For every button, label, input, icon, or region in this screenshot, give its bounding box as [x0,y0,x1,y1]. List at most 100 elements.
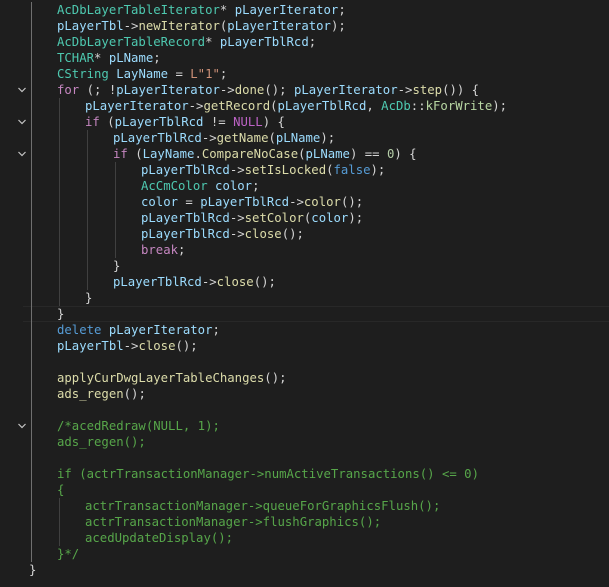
code-line[interactable]: for (; !pLayerIterator->done(); pLayerIt… [0,82,609,98]
code-line[interactable]: ads_regen(); [0,434,609,450]
code-line[interactable]: AcDbLayerTableRecord* pLayerTblRcd; [0,34,609,50]
indent-guide [59,178,60,194]
code-line[interactable]: } [0,290,609,306]
code-line[interactable]: break; [0,242,609,258]
code-line[interactable]: pLayerTblRcd->setIsLocked(false); [0,162,609,178]
code-text: pLayerTblRcd->getName(pLName); [113,130,335,146]
code-token: -> [229,163,245,177]
indent-guide [59,258,60,274]
chevron-down-icon[interactable] [15,114,29,130]
code-line[interactable]: pLayerTblRcd->setColor(color); [0,210,609,226]
code-text: AcCmColor color; [141,178,259,194]
code-text: color = pLayerTblRcd->color(); [141,194,363,210]
code-line[interactable]: applyCurDwgLayerTableChanges(); [0,370,609,386]
code-line[interactable]: actrTransactionManager->flushGraphics(); [0,514,609,530]
code-token: ( [268,131,276,145]
code-token: (; ! [79,83,117,97]
code-line[interactable]: pLayerIterator->getRecord(pLayerTblRcd, … [0,98,609,114]
code-line[interactable]: color = pLayerTblRcd->color(); [0,194,609,210]
code-text: /*acedRedraw(NULL, 1); [57,418,220,434]
code-token: L"1" [190,67,220,81]
code-token: pLayerIterator [108,323,213,337]
code-token: (); [340,195,364,209]
code-line[interactable]: ads_regen(); [0,386,609,402]
code-editor[interactable]: AcDbLayerTableIterator* pLayerIterator; p… [0,0,609,587]
code-line[interactable]: /*acedRedraw(NULL, 1); [0,418,609,434]
indent-guide [31,146,32,162]
code-line[interactable] [0,450,609,466]
code-token: kForWrite [425,99,493,113]
indent-guide [31,34,32,50]
code-token: ; [252,179,260,193]
indent-guide [31,482,32,498]
code-text: delete pLayerIterator; [57,322,220,338]
code-text: }*/ [57,546,79,562]
indent-guide [31,194,32,210]
indent-guide [31,498,32,514]
code-token: ) == [349,147,387,161]
indent-guide [87,130,88,146]
code-line[interactable]: }*/ [0,546,609,562]
code-text: } [113,258,120,274]
indent-guide [31,466,32,482]
code-token: applyCurDwgLayerTableChanges [57,371,265,385]
code-token: ( [270,99,278,113]
code-token: pLayerTbl [57,19,124,33]
code-token: (); [253,275,276,289]
code-line[interactable]: pLayerTbl->close(); [0,338,609,354]
code-text: } [85,290,92,306]
code-line[interactable] [0,354,609,370]
code-line[interactable]: pLayerTblRcd->close(); [0,226,609,242]
indent-guide [31,82,32,98]
code-token: ()) { [442,83,480,97]
indent-guide [87,178,88,194]
code-line[interactable]: if (pLayerTblRcd != NULL) { [0,114,609,130]
code-line[interactable]: pLayerTblRcd->close(); [0,274,609,290]
code-line[interactable]: pLayerTbl->newIterator(pLayerIterator); [0,18,609,34]
code-line[interactable]: if (LayName.CompareNoCase(pLName) == 0) … [0,146,609,162]
indent-guide [59,274,60,290]
code-token: pLName [108,51,154,65]
code-line[interactable]: } [0,562,609,578]
code-line[interactable]: } [0,306,609,322]
code-line[interactable]: } [0,258,609,274]
code-token: if (actrTransactionManager->numActiveTra… [57,467,479,481]
indent-guide [31,402,32,418]
indent-guide [31,306,32,322]
chevron-down-icon[interactable] [15,418,29,434]
code-token: ( [298,147,306,161]
code-token: pLayerTblRcd [141,211,230,225]
code-token: acedUpdateDisplay(); [85,531,234,545]
code-text: pLayerTblRcd->setColor(color); [141,210,363,226]
indent-guide [31,546,32,562]
indent-guide [59,194,60,210]
indent-guide [87,242,88,258]
code-line[interactable]: AcCmColor color; [0,178,609,194]
code-line[interactable]: CString LayName = L"1"; [0,66,609,82]
chevron-down-icon[interactable] [15,146,29,162]
code-token: ); [492,99,508,113]
code-token: pLayerIterator [293,83,398,97]
indent-guide [59,498,60,514]
code-token: -> [229,227,245,241]
code-token: color [141,195,179,209]
code-token: != [203,115,234,129]
code-line[interactable]: acedUpdateDisplay(); [0,530,609,546]
indent-guide [59,242,60,258]
code-line[interactable]: TCHAR* pLName; [0,50,609,66]
chevron-down-icon[interactable] [15,82,29,98]
code-token: getName [216,131,269,145]
code-line[interactable]: delete pLayerIterator; [0,322,609,338]
code-line[interactable]: if (actrTransactionManager->numActiveTra… [0,466,609,482]
code-line[interactable]: { [0,482,609,498]
indent-guide [87,274,88,290]
indent-guide [31,290,32,306]
code-token: break [141,243,179,257]
code-token: getRecord [203,99,271,113]
code-line[interactable]: AcDbLayerTableIterator* pLayerIterator; [0,2,609,18]
code-token: (); [175,339,198,353]
code-line[interactable]: actrTransactionManager->queueForGraphics… [0,498,609,514]
code-line[interactable]: pLayerTblRcd->getName(pLName); [0,130,609,146]
code-token: * [94,51,109,65]
code-line[interactable] [0,402,609,418]
